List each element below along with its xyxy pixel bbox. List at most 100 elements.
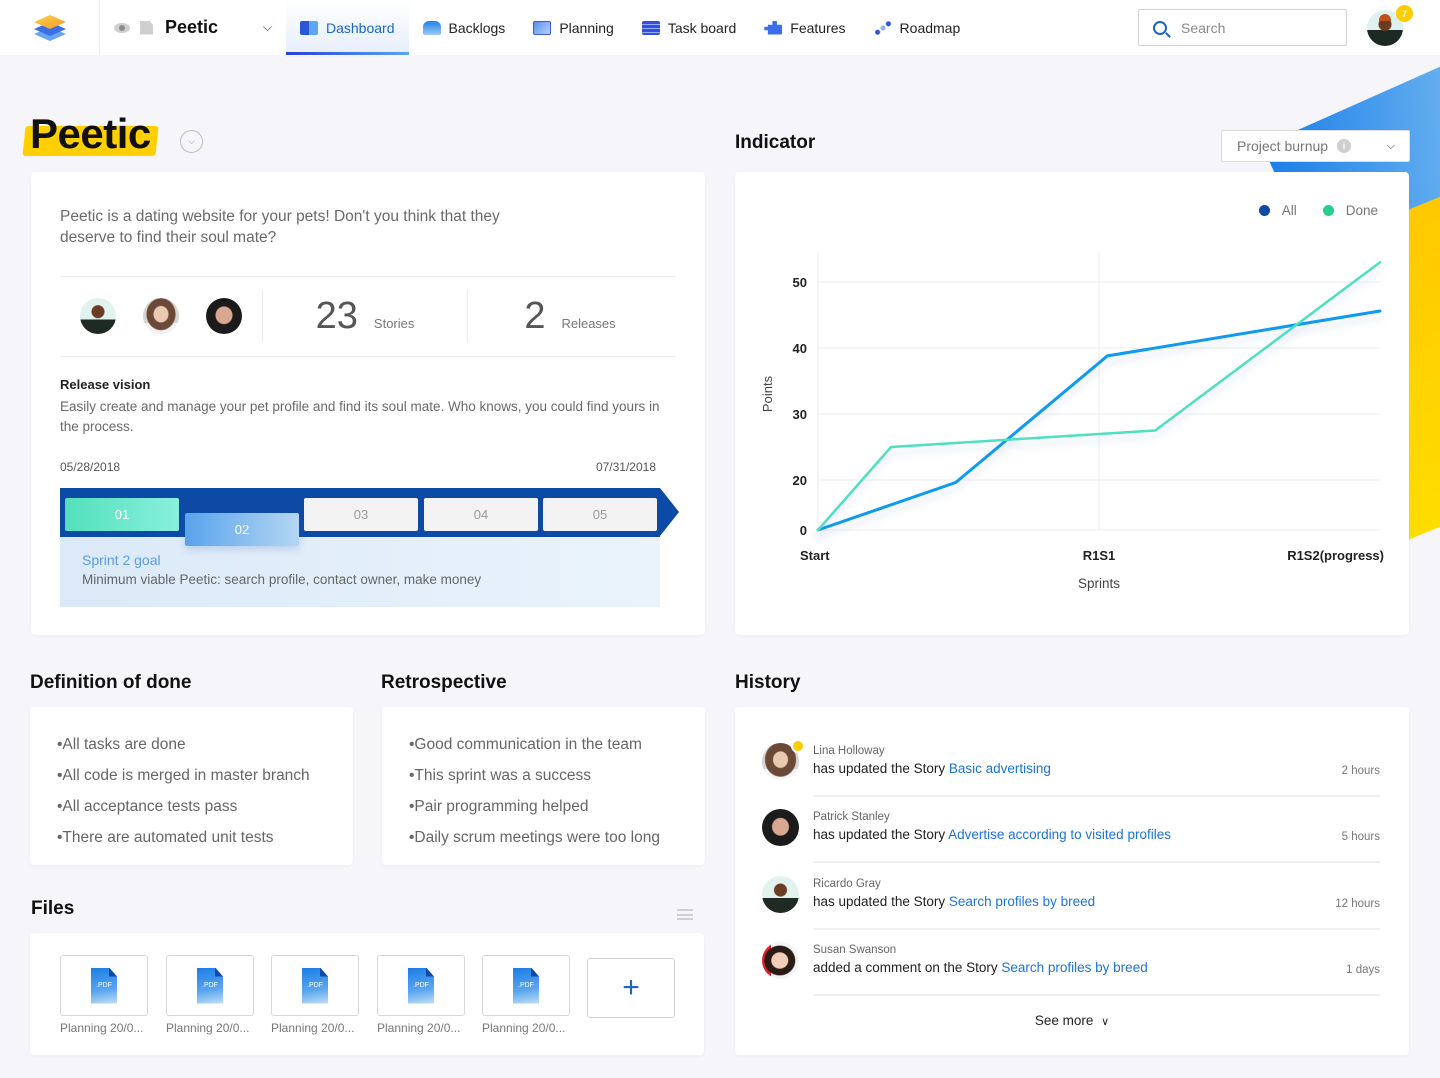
list-item: •Pair programming helped bbox=[409, 798, 589, 815]
backlogs-icon bbox=[422, 20, 441, 35]
file-item[interactable]: .PDF Planning 20/0... bbox=[166, 955, 255, 1035]
features-icon bbox=[764, 20, 783, 35]
file-item[interactable]: .PDF Planning 20/0... bbox=[271, 955, 360, 1035]
history-item: Lina Holloway has updated the Story Basi… bbox=[762, 731, 1380, 797]
nav-item-features[interactable]: Features bbox=[750, 0, 859, 55]
sprint-02[interactable]: 02 bbox=[185, 513, 299, 546]
list-item: •There are automated unit tests bbox=[57, 829, 274, 846]
page-title: Peetic bbox=[30, 110, 151, 157]
history-action: added a comment on the Story bbox=[813, 960, 1002, 975]
sprint-goal: Sprint 2 goal Minimum viable Peetic: sea… bbox=[60, 537, 660, 607]
nav-item-planning[interactable]: Planning bbox=[519, 0, 628, 55]
avatar[interactable] bbox=[762, 876, 799, 913]
notification-badge[interactable]: 7 bbox=[1396, 5, 1413, 22]
history-user: Lina Holloway bbox=[813, 745, 885, 757]
story-link[interactable]: Search profiles by breed bbox=[1001, 960, 1147, 975]
see-more-label: See more bbox=[1034, 1013, 1094, 1028]
project-description: Peetic is a dating website for your pets… bbox=[60, 208, 500, 246]
avatar[interactable] bbox=[80, 298, 116, 334]
taskboard-icon bbox=[641, 20, 660, 35]
chevron-down-icon[interactable]: ⌵ bbox=[180, 130, 203, 153]
history-user: Susan Swanson bbox=[813, 944, 897, 956]
search-box[interactable] bbox=[1138, 9, 1347, 46]
history-action: has updated the Story bbox=[813, 827, 949, 842]
history-time: 12 hours bbox=[1335, 898, 1380, 910]
file-name: Planning 20/0... bbox=[271, 1021, 355, 1035]
releases-stat: 2 Releases bbox=[468, 295, 672, 338]
project-switcher[interactable]: Peetic ⌵ bbox=[100, 0, 286, 55]
releases-count: 2 bbox=[524, 294, 546, 337]
nav-label: Task board bbox=[667, 19, 737, 36]
list-item: •Daily scrum meetings were too long bbox=[409, 829, 660, 846]
sprint-01[interactable]: 01 bbox=[65, 498, 179, 531]
x-tick-label: Start bbox=[800, 548, 830, 563]
avatar[interactable] bbox=[762, 942, 799, 979]
see-more-button[interactable]: See more ∨ bbox=[735, 1013, 1409, 1028]
files-card: .PDF Planning 20/0... .PDF Planning 20/0… bbox=[30, 933, 704, 1055]
menu-icon[interactable] bbox=[677, 909, 693, 920]
x-tick-label: R1S1 bbox=[1083, 548, 1116, 563]
nav-label: Features bbox=[790, 19, 846, 36]
stories-label: Stories bbox=[373, 315, 415, 331]
chevron-down-icon: ⌵ bbox=[1386, 139, 1395, 152]
eye-icon[interactable] bbox=[114, 22, 130, 33]
story-link[interactable]: Search profiles by breed bbox=[949, 894, 1095, 909]
history-text: has updated the Story Search profiles by… bbox=[813, 894, 1095, 909]
avatar[interactable] bbox=[762, 809, 799, 846]
history-time: 2 hours bbox=[1341, 765, 1380, 777]
history-action: has updated the Story bbox=[813, 894, 949, 909]
nav-item-roadmap[interactable]: Roadmap bbox=[860, 0, 975, 55]
file-thumbnail[interactable]: .PDF bbox=[166, 955, 254, 1016]
history-item: Ricardo Gray has updated the Story Searc… bbox=[762, 864, 1380, 930]
file-name: Planning 20/0... bbox=[482, 1021, 566, 1035]
file-thumbnail[interactable]: .PDF bbox=[271, 955, 359, 1016]
file-item[interactable]: .PDF Planning 20/0... bbox=[377, 955, 466, 1035]
indicator-select-value: Project burnup bbox=[1237, 138, 1329, 154]
nav-label: Backlogs bbox=[448, 19, 506, 36]
y-tick-label: 30 bbox=[793, 407, 807, 422]
history-user: Ricardo Gray bbox=[813, 878, 881, 890]
releases-label: Releases bbox=[561, 315, 616, 331]
file-thumbnail[interactable]: .PDF bbox=[60, 955, 148, 1016]
search-input[interactable] bbox=[1181, 19, 1331, 36]
info-icon[interactable]: i bbox=[1337, 139, 1352, 153]
divider bbox=[60, 276, 676, 277]
story-link[interactable]: Advertise according to visited profiles bbox=[948, 827, 1171, 842]
nav-item-dashboard[interactable]: Dashboard bbox=[286, 0, 409, 55]
app-logo[interactable] bbox=[0, 0, 100, 55]
sprint-05[interactable]: 05 bbox=[543, 498, 657, 531]
retro-card: •Good communication in the team •This sp… bbox=[382, 707, 705, 865]
file-item[interactable]: .PDF Planning 20/0... bbox=[482, 955, 571, 1035]
sprint-04[interactable]: 04 bbox=[424, 498, 538, 531]
roadmap-icon bbox=[873, 20, 892, 35]
story-link[interactable]: Basic advertising bbox=[949, 761, 1051, 776]
avatar[interactable] bbox=[206, 298, 242, 334]
file-thumbnail[interactable]: .PDF bbox=[377, 955, 465, 1016]
history-title: History bbox=[735, 672, 801, 693]
nav-item-taskboard[interactable]: Task board bbox=[628, 0, 750, 55]
nav-label: Roadmap bbox=[899, 19, 961, 36]
file-thumbnail[interactable]: .PDF bbox=[482, 955, 570, 1016]
nav-label: Dashboard bbox=[326, 19, 395, 36]
indicator-select[interactable]: Project burnup i ⌵ bbox=[1221, 130, 1410, 162]
retro-title: Retrospective bbox=[381, 672, 507, 693]
add-file-button[interactable]: + bbox=[587, 958, 675, 1018]
files-title: Files bbox=[31, 898, 75, 919]
chevron-down-icon[interactable]: ⌵ bbox=[263, 20, 272, 35]
sprint-goal-title: Sprint 2 goal bbox=[82, 552, 161, 568]
sprint-timeline: 01 02 03 04 05 bbox=[60, 488, 680, 546]
divider bbox=[60, 356, 676, 357]
dod-title: Definition of done bbox=[30, 672, 192, 693]
file-name: Planning 20/0... bbox=[60, 1021, 144, 1035]
avatar[interactable] bbox=[143, 298, 179, 334]
burnup-chart: 020304050Start R1S1 R1S2(progress) Points … bbox=[760, 252, 1384, 591]
sprint-03[interactable]: 03 bbox=[304, 498, 418, 531]
file-item[interactable]: .PDF Planning 20/0... bbox=[60, 955, 149, 1035]
timeline-arrow bbox=[660, 488, 679, 536]
nav-item-backlogs[interactable]: Backlogs bbox=[409, 0, 520, 55]
project-stats: 23 Stories 2 Releases bbox=[60, 290, 677, 342]
crown-icon bbox=[791, 739, 805, 753]
document-icon[interactable] bbox=[140, 20, 153, 35]
stories-stat: 23 Stories bbox=[263, 295, 467, 338]
pdf-file-icon: .PDF bbox=[513, 967, 539, 1004]
